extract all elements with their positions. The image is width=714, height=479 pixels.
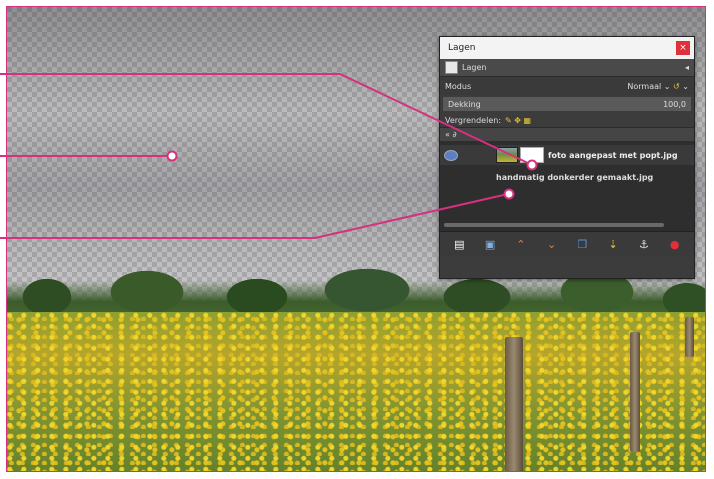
dialog-title: Lagen	[448, 43, 476, 53]
filter-icons[interactable]: « ∂	[445, 130, 457, 139]
merge-down-icon[interactable]: ⇣	[606, 237, 620, 251]
layer-name[interactable]: foto aangepast met popt.jpg	[548, 151, 690, 160]
lock-icons[interactable]: ✎ ✥ ▦	[505, 116, 531, 125]
tab-menu-icon[interactable]: ◂	[685, 63, 689, 72]
chevron-down-icon: ⌄	[663, 81, 674, 91]
dialog-titlebar[interactable]: Lagen ×	[440, 37, 694, 59]
anchor-layer-icon[interactable]: ⚓	[637, 237, 651, 251]
mode-row: Modus Normaal ⌄ ↺ ⌄	[440, 77, 694, 95]
horizontal-scrollbar[interactable]	[444, 223, 664, 227]
dock-tab[interactable]: Lagen ◂	[440, 59, 694, 77]
layer-row[interactable]: foto aangepast met popt.jpg	[440, 145, 694, 165]
tab-label: Lagen	[462, 63, 487, 72]
duplicate-layer-icon[interactable]: ❐	[575, 237, 589, 251]
layers-dialog: Lagen × Lagen ◂ Modus Normaal ⌄ ↺ ⌄ Dekk…	[439, 36, 695, 279]
fence-post	[505, 337, 523, 471]
mode-label: Modus	[445, 81, 472, 91]
layer-name[interactable]: handmatig donkerder gemaakt.jpg	[496, 173, 690, 182]
chevron-down-icon: ⌄	[682, 81, 689, 91]
yellow-flower-meadow	[7, 312, 705, 471]
lower-layer-icon[interactable]: ⌄	[545, 237, 559, 251]
close-button[interactable]: ×	[676, 41, 690, 55]
raise-layer-icon[interactable]: ⌃	[514, 237, 528, 251]
fence-post	[685, 317, 694, 357]
mode-select[interactable]: Normaal ⌄ ↺ ⌄	[627, 82, 689, 91]
new-layer-group-icon[interactable]: ▣	[483, 237, 497, 251]
opacity-label: Dekking	[448, 99, 481, 109]
layer-list: foto aangepast met popt.jpg handmatig do…	[440, 141, 694, 231]
screenshot-frame: Lagen × Lagen ◂ Modus Normaal ⌄ ↺ ⌄ Dekk…	[6, 6, 706, 472]
new-layer-icon[interactable]: ▤	[452, 237, 466, 251]
lock-row: Vergrendelen: ✎ ✥ ▦	[440, 113, 694, 127]
reset-mode-icon[interactable]: ↺	[673, 82, 680, 91]
layers-toolbar: ▤ ▣ ⌃ ⌄ ❐ ⇣ ⚓ ●	[440, 231, 694, 256]
layer-filter-row: « ∂	[440, 127, 694, 141]
fence-post	[630, 332, 640, 452]
mode-value: Normaal	[627, 81, 662, 91]
delete-layer-icon[interactable]: ●	[668, 237, 682, 251]
opacity-value[interactable]: 100,0	[663, 100, 686, 109]
layer-thumbnail	[496, 147, 518, 163]
image-canvas[interactable]: Lagen × Lagen ◂ Modus Normaal ⌄ ↺ ⌄ Dekk…	[7, 7, 705, 471]
lock-label: Vergrendelen:	[445, 115, 502, 125]
layer-mask-thumbnail[interactable]	[520, 147, 544, 163]
eye-icon[interactable]	[444, 149, 458, 161]
layers-tab-icon	[445, 61, 458, 74]
opacity-slider[interactable]: Dekking 100,0	[443, 97, 691, 111]
layer-row[interactable]: handmatig donkerder gemaakt.jpg	[440, 167, 694, 187]
